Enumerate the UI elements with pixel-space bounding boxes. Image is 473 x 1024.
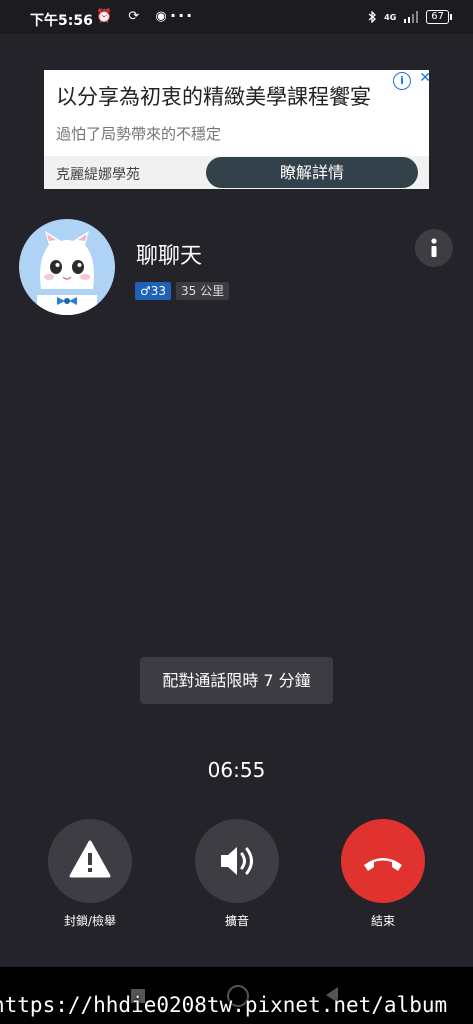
more-notifications-icon: ··· [170,6,195,25]
bluetooth-icon [368,11,377,23]
ad-footer: 克麗緹娜學苑 瞭解詳情 [44,156,429,189]
gender-age-badge: ♂33 [135,282,172,300]
end-call-button[interactable] [341,819,425,903]
ad-title[interactable]: 以分享為初衷的精緻美學課程饗宴 [56,81,371,111]
network-type: 4G [384,12,397,22]
ad-info-icon[interactable]: i [393,72,411,90]
status-time: 下午5:56 [30,13,93,29]
status-bar: 下午5:56 ⏰ ⟳ ◉ ··· 4G 67 [0,0,473,34]
battery-indicator: 67 [426,10,452,24]
avatar[interactable] [19,219,115,315]
block-report-label: 封鎖/檢舉 [63,914,117,928]
call-limit-toast: 配對通話限時 7 分鐘 [140,657,333,704]
ad-banner[interactable]: 以分享為初衷的精緻美學課程饗宴 i ✕ 過怕了局勢帶來的不穩定 克麗緹娜學苑 瞭… [44,70,431,189]
cat-avatar-icon [37,231,97,315]
watermark-url: https://hhdie0208tw.pixnet.net/album [0,993,448,1017]
speaker-label: 擴音 [224,914,249,928]
status-notification-icons: ⏰ ⟳ ◉ [96,9,173,24]
profile-info-button[interactable] [415,229,453,267]
status-right-icons: 4G 67 [368,10,452,24]
call-timer: 06:55 [207,758,266,782]
block-report-button[interactable] [48,819,132,903]
speaker-button[interactable] [195,819,279,903]
ad-close-icon[interactable]: ✕ [419,70,431,86]
profile-name: 聊聊天 [136,244,203,269]
hang-up-icon [364,858,402,871]
info-icon [431,238,437,257]
ad-brand: 克麗緹娜學苑 [56,167,140,183]
warning-icon [69,840,111,878]
end-call-label: 結束 [370,914,395,928]
signal-icon [404,11,419,23]
speaker-icon [221,847,253,875]
distance-badge: 35 公里 [176,282,230,300]
ad-cta-button[interactable]: 瞭解詳情 [206,157,418,188]
ad-subtitle: 過怕了局勢帶來的不穩定 [56,125,222,143]
